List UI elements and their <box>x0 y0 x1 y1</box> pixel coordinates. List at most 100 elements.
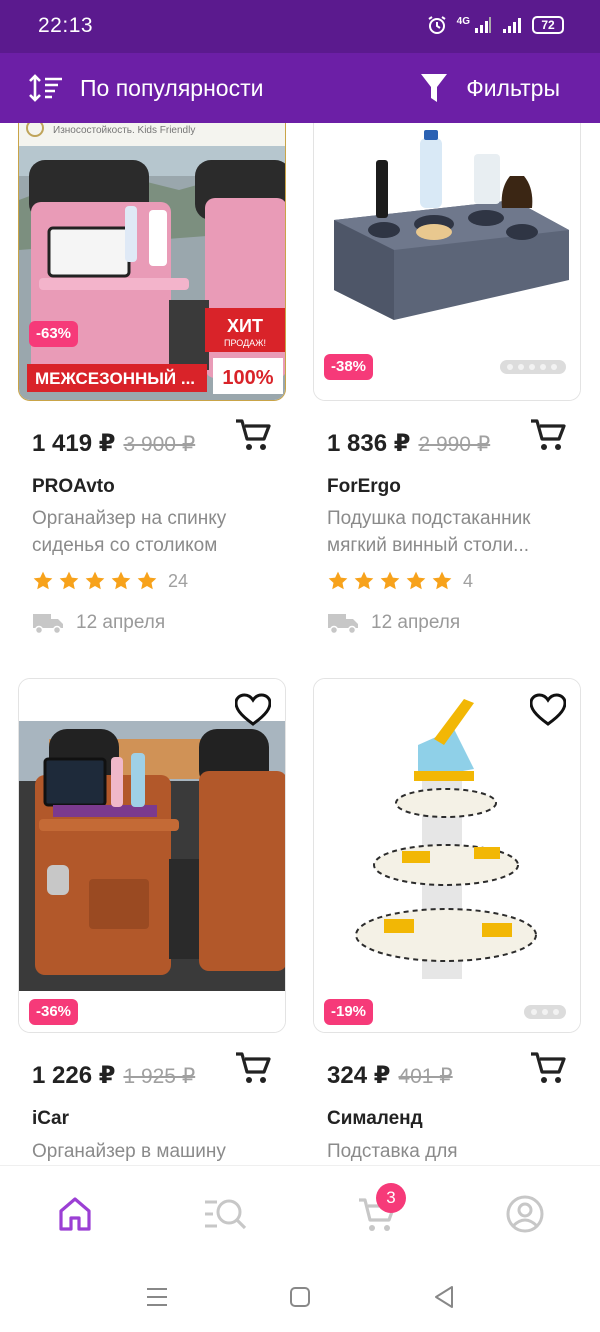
price-row: 1 419 ₽ 3 900 ₽ <box>32 429 195 458</box>
delivery-info: 12 апреля <box>327 611 460 635</box>
product-description-line-2: сиденья со столиком <box>32 535 218 556</box>
signal-icon-2 <box>503 18 521 33</box>
price-row: 324 ₽ 401 ₽ <box>327 1061 453 1090</box>
product-card[interactable]: Износостойкость. Kids Friendly ХИТ ПРОДА… <box>18 123 286 653</box>
top-toolbar: По популярности Фильтры <box>0 53 600 123</box>
product-description-line-1: Органайзер на спинку <box>32 508 227 529</box>
old-price: 401 ₽ <box>398 1065 453 1088</box>
old-price: 2 990 ₽ <box>418 433 491 456</box>
signal-icon <box>475 17 491 33</box>
product-image[interactable]: -36% <box>18 678 286 1033</box>
sort-button[interactable]: По популярности <box>28 64 263 112</box>
rating-count: 4 <box>463 570 474 591</box>
product-description-line-1: Подушка подстаканник <box>327 508 531 529</box>
rating-stars <box>327 570 453 592</box>
catalog-search-icon[interactable] <box>203 1194 247 1234</box>
add-to-cart-icon[interactable] <box>234 1050 272 1086</box>
filter-label: Фильтры <box>466 74 560 101</box>
cupcake-stand-image <box>314 679 580 1032</box>
price-row: 1 226 ₽ 1 925 ₽ <box>32 1061 195 1090</box>
menu-icon[interactable] <box>143 1283 171 1311</box>
delivery-date: 12 апреля <box>371 612 461 633</box>
add-to-cart-icon[interactable] <box>529 1050 567 1086</box>
star-icon <box>380 571 400 590</box>
filter-button[interactable]: Фильтры <box>420 64 560 112</box>
price: 1 419 ₽ <box>32 430 116 457</box>
discount-badge: -38% <box>324 354 374 380</box>
star-icon <box>85 571 105 590</box>
discount-badge: -36% <box>29 999 79 1025</box>
home-icon[interactable] <box>55 1194 95 1234</box>
old-price: 1 925 ₽ <box>123 1065 196 1088</box>
image-pager <box>500 360 566 374</box>
star-icon <box>432 571 452 590</box>
brand-name: iCar <box>32 1108 69 1129</box>
old-price: 3 900 ₽ <box>123 433 196 456</box>
star-icon <box>406 571 426 590</box>
cart-badge-count: 3 <box>386 1188 396 1207</box>
brand-name: ForErgo <box>327 476 401 497</box>
product-description-line-2: мягкий винный столи... <box>327 535 530 556</box>
battery-level: 72 <box>541 18 555 32</box>
rating: 4 <box>327 570 473 592</box>
star-icon <box>111 571 131 590</box>
delivery-info: 12 апреля <box>32 611 165 635</box>
star-icon <box>59 571 79 590</box>
product-card[interactable]: -38% 1 836 ₽ 2 990 ₽ ForErgo Подушка под… <box>313 123 581 653</box>
price-row: 1 836 ₽ 2 990 ₽ <box>327 429 490 458</box>
favorite-heart-icon[interactable] <box>235 693 271 727</box>
alarm-icon <box>428 16 446 34</box>
product-description-line-1: Органайзер в машину <box>32 1141 226 1162</box>
screen: 22:13 4G 72 По популярности Фильтры Изно… <box>0 0 600 1332</box>
car-organizer-pink-image: Износостойкость. Kids Friendly ХИТ ПРОДА… <box>19 123 285 400</box>
svg-text:ХИТ: ХИТ <box>227 316 263 336</box>
truck-icon <box>33 614 63 635</box>
rating-stars <box>32 570 158 592</box>
star-icon <box>354 571 374 590</box>
favorite-heart-icon[interactable] <box>530 693 566 727</box>
cart-badge: 3 <box>376 1183 406 1213</box>
add-to-cart-icon[interactable] <box>529 417 567 453</box>
product-image[interactable]: -38% <box>313 123 581 401</box>
product-image[interactable]: -19% <box>313 678 581 1033</box>
status-time: 22:13 <box>38 14 94 37</box>
back-icon[interactable] <box>430 1283 458 1311</box>
status-icons: 4G 72 <box>427 15 564 35</box>
star-icon <box>328 571 348 590</box>
rating-count: 24 <box>168 570 189 591</box>
discount-badge: -19% <box>324 999 374 1025</box>
rating: 24 <box>32 570 188 592</box>
status-bar: 22:13 4G 72 <box>0 0 600 53</box>
price: 324 ₽ <box>327 1062 391 1089</box>
brand-name: Сималенд <box>327 1108 423 1129</box>
svg-text:Износостойкость. Kids Friendly: Износостойкость. Kids Friendly <box>53 125 195 136</box>
profile-icon[interactable] <box>505 1194 545 1234</box>
svg-text:МЕЖСЕЗОННЫЙ ...: МЕЖСЕЗОННЫЙ ... <box>35 369 195 388</box>
brand-name: PROAvto <box>32 476 115 497</box>
price: 1 226 ₽ <box>32 1062 116 1089</box>
star-icon <box>33 571 53 590</box>
discount-badge: -63% <box>29 321 79 347</box>
sort-label: По популярности <box>80 74 264 101</box>
add-to-cart-icon[interactable] <box>234 417 272 453</box>
home-square-icon[interactable] <box>286 1283 314 1311</box>
product-description-line-1: Подставка для <box>327 1141 458 1162</box>
filter-icon <box>421 74 448 102</box>
car-organizer-brown-image <box>19 679 285 1032</box>
delivery-date: 12 апреля <box>76 612 166 633</box>
sort-icon <box>29 74 62 102</box>
product-card[interactable]: -19% 324 ₽ 401 ₽ Сималенд Подставка для <box>313 678 581 1165</box>
product-grid: Износостойкость. Kids Friendly ХИТ ПРОДА… <box>0 123 600 1165</box>
network-type: 4G <box>456 15 470 27</box>
system-navigation-bar <box>0 1261 600 1332</box>
bottom-navigation <box>0 1165 600 1261</box>
svg-text:100%: 100% <box>222 367 273 389</box>
svg-text:ПРОДАЖ!: ПРОДАЖ! <box>224 338 266 348</box>
product-card[interactable]: -36% 1 226 ₽ 1 925 ₽ iCar Органайзер в м… <box>18 678 286 1165</box>
price: 1 836 ₽ <box>327 430 411 457</box>
truck-icon <box>328 614 358 635</box>
product-image[interactable]: Износостойкость. Kids Friendly ХИТ ПРОДА… <box>18 123 286 401</box>
battery-indicator: 72 <box>532 16 564 34</box>
star-icon <box>137 571 157 590</box>
image-pager <box>524 1005 566 1019</box>
